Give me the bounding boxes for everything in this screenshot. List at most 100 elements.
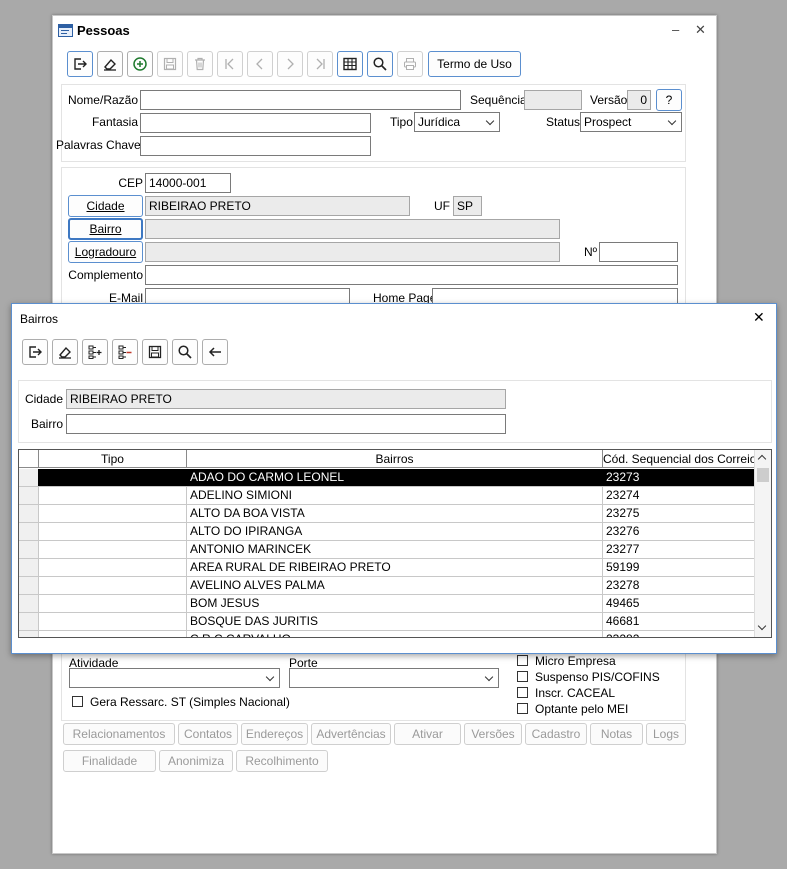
sequencia-input[interactable] [524,90,582,110]
row-indicator[interactable] [19,577,39,594]
cell-bairro[interactable]: AREA RURAL DE RIBEIRAO PRETO [187,559,603,576]
scroll-thumb[interactable] [757,468,769,482]
row-indicator[interactable] [19,595,39,612]
row-indicator[interactable] [19,523,39,540]
micro-empresa-checkbox[interactable] [517,655,528,666]
tipo-select[interactable]: Jurídica [414,112,500,132]
cell-bairro[interactable]: ADAO DO CARMO LEONEL [187,469,603,486]
cell-bairro[interactable]: AVELINO ALVES PALMA [187,577,603,594]
porte-select[interactable] [289,668,499,688]
logradouro-input[interactable] [145,242,560,262]
cell-bairro[interactable]: ALTO DA BOA VISTA [187,505,603,522]
table-row[interactable]: AVELINO ALVES PALMA 23278 [19,577,755,595]
cell-tipo[interactable] [39,505,187,522]
table-row[interactable]: C.R.C.CARVALHO23282 [19,631,755,637]
cell-tipo[interactable] [39,577,187,594]
last-record-button[interactable] [307,51,333,77]
dialog-back-button[interactable] [202,339,228,365]
cell-codigo[interactable]: 59199 [603,559,755,576]
column-header-tipo[interactable]: Tipo [39,450,187,468]
cell-bairro[interactable]: BOSQUE DAS JURITIS [187,613,603,630]
row-indicator[interactable] [19,613,39,630]
fantasia-input[interactable] [140,113,371,133]
dialog-close-button[interactable]: ✕ [753,310,765,324]
grid-vertical-scrollbar[interactable] [754,450,771,637]
add-button[interactable] [127,51,153,77]
cell-tipo[interactable] [39,613,187,630]
cidade-lookup-button[interactable]: Cidade [68,195,143,217]
palavras-chave-input[interactable] [140,136,371,156]
save-button[interactable] [157,51,183,77]
cell-tipo[interactable] [39,487,187,504]
row-indicator[interactable] [19,505,39,522]
row-indicator[interactable] [19,559,39,576]
cep-input[interactable]: 14000-001 [145,173,231,193]
cell-tipo[interactable] [39,469,187,486]
cell-bairro[interactable]: ADELINO SIMIONI [187,487,603,504]
suspenso-pis-checkbox[interactable] [517,671,528,682]
column-header-bairros[interactable]: Bairros [187,450,603,468]
dialog-exit-button[interactable] [22,339,48,365]
first-record-button[interactable] [217,51,243,77]
cell-codigo[interactable]: 23274 [603,487,755,504]
dialog-search-button[interactable] [172,339,198,365]
search-button[interactable] [367,51,393,77]
help-button[interactable]: ? [656,89,682,111]
cell-tipo[interactable] [39,541,187,558]
cell-tipo[interactable] [39,595,187,612]
tab-recolhimento[interactable]: Recolhimento [236,750,328,772]
cell-codigo[interactable]: 23277 [603,541,755,558]
print-button[interactable] [397,51,423,77]
tab-logs[interactable]: Logs [646,723,686,745]
previous-record-button[interactable] [247,51,273,77]
versao-input[interactable]: 0 [627,90,651,110]
dialog-remove-row-button[interactable] [112,339,138,365]
table-row[interactable]: ADELINO SIMIONI 23274 [19,487,755,505]
cell-tipo[interactable] [39,523,187,540]
cell-codigo[interactable]: 46681 [603,613,755,630]
uf-input[interactable]: SP [453,196,482,216]
cell-tipo[interactable] [39,559,187,576]
bairro-input[interactable] [145,219,560,239]
clear-button[interactable] [97,51,123,77]
tab-cadastro[interactable]: Cadastro [525,723,587,745]
status-select[interactable]: Prospect [580,112,682,132]
dialog-bairro-input[interactable] [66,414,506,434]
delete-button[interactable] [187,51,213,77]
nome-input[interactable] [140,90,461,110]
cell-codigo[interactable]: 23275 [603,505,755,522]
tab-enderecos[interactable]: Endereços [241,723,308,745]
next-record-button[interactable] [277,51,303,77]
cell-bairro[interactable]: ANTONIO MARINCEK [187,541,603,558]
row-indicator[interactable] [19,541,39,558]
table-row[interactable]: ALTO DO IPIRANGA 23276 [19,523,755,541]
complemento-input[interactable] [145,265,678,285]
table-row[interactable]: ANTONIO MARINCEK 23277 [19,541,755,559]
inscr-caceal-checkbox[interactable] [517,687,528,698]
cell-bairro[interactable]: C.R.C.CARVALHO [187,631,603,637]
row-indicator[interactable] [19,631,39,637]
optante-mei-checkbox[interactable] [517,703,528,714]
table-row[interactable]: BOM JESUS 49465 [19,595,755,613]
tab-notas[interactable]: Notas [590,723,643,745]
dialog-cidade-input[interactable]: RIBEIRAO PRETO [66,389,506,409]
tab-contatos[interactable]: Contatos [178,723,238,745]
atividade-select[interactable] [69,668,280,688]
row-indicator[interactable] [19,469,39,486]
cell-codigo[interactable]: 23278 [603,577,755,594]
dialog-clear-button[interactable] [52,339,78,365]
dialog-save-button[interactable] [142,339,168,365]
cell-codigo[interactable]: 49465 [603,595,755,612]
gera-ressarc-checkbox[interactable] [72,696,83,707]
numero-input[interactable] [599,242,678,262]
cell-codigo[interactable]: 23276 [603,523,755,540]
grid-view-button[interactable] [337,51,363,77]
dialog-add-row-button[interactable] [82,339,108,365]
table-row[interactable]: ADAO DO CARMO LEONEL 23273 [19,469,755,487]
cell-codigo[interactable]: 23282 [603,631,755,637]
close-button[interactable]: ✕ [695,23,706,37]
scroll-down-icon[interactable] [757,621,767,631]
minimize-button[interactable]: – [672,23,679,37]
tab-versoes[interactable]: Versões [464,723,522,745]
tab-relacionamentos[interactable]: Relacionamentos [63,723,175,745]
